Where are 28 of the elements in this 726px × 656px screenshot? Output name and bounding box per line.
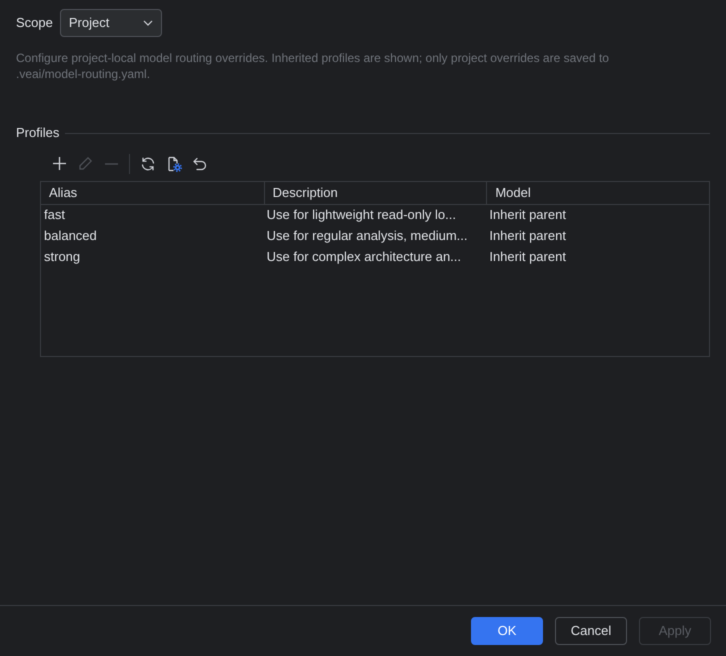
table-row[interactable]: fast Use for lightweight read-only lo... Inherit parent xyxy=(41,204,709,226)
column-header[interactable]: Model xyxy=(486,182,709,204)
column-header[interactable]: Description xyxy=(264,182,486,204)
undo-icon xyxy=(192,156,208,172)
pencil-icon xyxy=(79,157,92,170)
scope-label: Scope xyxy=(16,14,53,32)
minus-icon xyxy=(105,162,118,164)
table-cell-text: Use for complex architecture an... xyxy=(266,248,462,266)
table-row[interactable]: balanced Use for regular analysis, medium... Inherit parent xyxy=(41,226,709,246)
table-cell-text: Inherit parent xyxy=(488,206,567,224)
refresh-icon xyxy=(140,156,156,172)
file-gear-icon xyxy=(166,156,182,172)
table-cell-text: Use for lightweight read-only lo... xyxy=(266,206,457,224)
chevron-down-icon xyxy=(142,20,153,26)
column-header[interactable]: Alias xyxy=(41,182,264,204)
table-row[interactable]: strong Use for complex architecture an... Inherit parent xyxy=(41,246,709,268)
profiles-heading: Profiles xyxy=(16,124,60,142)
description-text: Configure project-local model routing overrides. Inherited profiles are shown; only project overrides are saved to .veai/model-routing.yaml. xyxy=(16,50,609,82)
plus-icon xyxy=(53,157,66,170)
dialog-button[interactable]: Cancel xyxy=(555,617,627,645)
table-cell-text: balanced xyxy=(43,227,98,246)
table-cell-text: Inherit parent xyxy=(488,248,567,266)
dialog-button[interactable]: OK xyxy=(471,617,543,645)
table-cell-text: Use for regular analysis, medium... xyxy=(266,227,469,246)
table-cell-text: fast xyxy=(43,206,66,224)
table-cell-text: Inherit parent xyxy=(488,227,567,246)
scope-dropdown[interactable]: Project xyxy=(60,9,162,37)
table-cell-text: strong xyxy=(43,248,82,266)
